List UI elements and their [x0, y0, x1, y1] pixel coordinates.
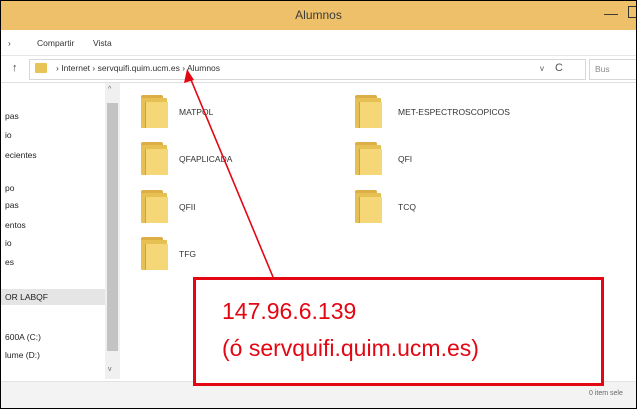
explorer-window: Alumnos — › Compartir Vista ↑ › Internet… — [0, 0, 637, 409]
annotation-ip: 147.96.6.139 — [222, 298, 357, 324]
ip-annotation-box: 147.96.6.139 (ó servquifi.quim.ucm.es) — [193, 277, 604, 386]
annotation-hostname: (ó servquifi.quim.ucm.es) — [222, 335, 479, 361]
